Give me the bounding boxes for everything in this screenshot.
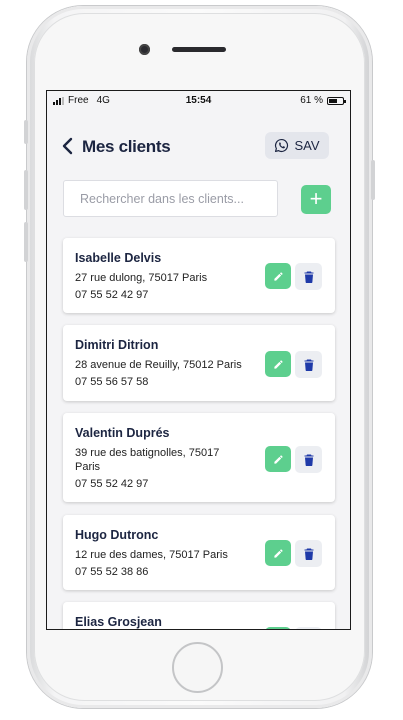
client-name: Elias Grosjean (75, 615, 162, 629)
page-title: Mes clients (82, 137, 171, 156)
client-card[interactable]: Hugo Dutronc 12 rue des dames, 75017 Par… (63, 515, 335, 590)
client-address: 27 rue dulong, 75017 Paris (75, 272, 208, 284)
battery-icon (327, 96, 346, 105)
trash-icon (304, 548, 313, 560)
status-right: 61 % (300, 95, 346, 106)
battery-level (329, 98, 337, 103)
earpiece-speaker (172, 47, 226, 52)
chevron-left-icon[interactable] (61, 137, 73, 158)
home-button[interactable] (172, 642, 223, 693)
edit-button[interactable] (265, 627, 291, 629)
pencil-icon (273, 359, 283, 369)
page-header: Mes clients SAV (47, 131, 350, 163)
client-address: 12 rue des dames, 75017 Paris (75, 549, 228, 561)
client-name: Isabelle Delvis (75, 251, 162, 265)
delete-button[interactable] (295, 263, 322, 290)
phone-side-button (24, 120, 28, 144)
search-input[interactable] (63, 180, 278, 217)
phone-volume-up (24, 170, 28, 210)
pencil-icon (273, 271, 283, 281)
delete-button[interactable] (295, 540, 322, 567)
pencil-icon (273, 454, 283, 464)
trash-icon (304, 271, 313, 283)
whatsapp-icon (274, 138, 289, 153)
front-camera (139, 44, 150, 55)
client-phone: 07 55 52 42 97 (75, 289, 149, 301)
sav-button[interactable]: SAV (265, 132, 329, 159)
delete-button[interactable] (295, 627, 322, 629)
trash-icon (304, 454, 313, 466)
client-phone: 07 55 52 42 97 (75, 478, 149, 490)
trash-icon (304, 359, 313, 371)
plus-icon: + (309, 186, 323, 211)
client-address: 39 rue des batignolles, 75017 Paris (75, 447, 220, 473)
edit-button[interactable] (265, 351, 291, 377)
client-card[interactable]: Valentin Duprés 39 rue des batignolles, … (63, 413, 335, 502)
battery-percent: 61 % (300, 95, 323, 106)
client-name: Hugo Dutronc (75, 528, 159, 542)
edit-button[interactable] (265, 446, 291, 472)
client-card[interactable]: Isabelle Delvis 27 rue dulong, 75017 Par… (63, 238, 335, 313)
client-phone: 07 55 52 38 86 (75, 566, 149, 578)
phone-power-button (371, 160, 375, 200)
client-name: Dimitri Ditrion (75, 338, 159, 352)
pencil-icon (273, 548, 283, 558)
delete-button[interactable] (295, 351, 322, 378)
status-bar: Free 4G 15:54 61 % (47, 91, 350, 111)
client-address: 28 avenue de Reuilly, 75012 Paris (75, 359, 242, 371)
delete-button[interactable] (295, 446, 322, 473)
edit-button[interactable] (265, 263, 291, 289)
client-phone: 07 55 56 57 58 (75, 376, 149, 388)
phone-volume-down (24, 222, 28, 262)
client-name: Valentin Duprés (75, 426, 170, 440)
add-client-button[interactable]: + (301, 185, 331, 214)
sav-label: SAV (294, 138, 320, 153)
client-card[interactable]: Dimitri Ditrion 28 avenue de Reuilly, 75… (63, 325, 335, 401)
edit-button[interactable] (265, 540, 291, 566)
client-card[interactable]: Elias Grosjean (63, 602, 335, 629)
app-screen: Free 4G 15:54 61 % Mes clients SAV Reche… (46, 90, 351, 630)
